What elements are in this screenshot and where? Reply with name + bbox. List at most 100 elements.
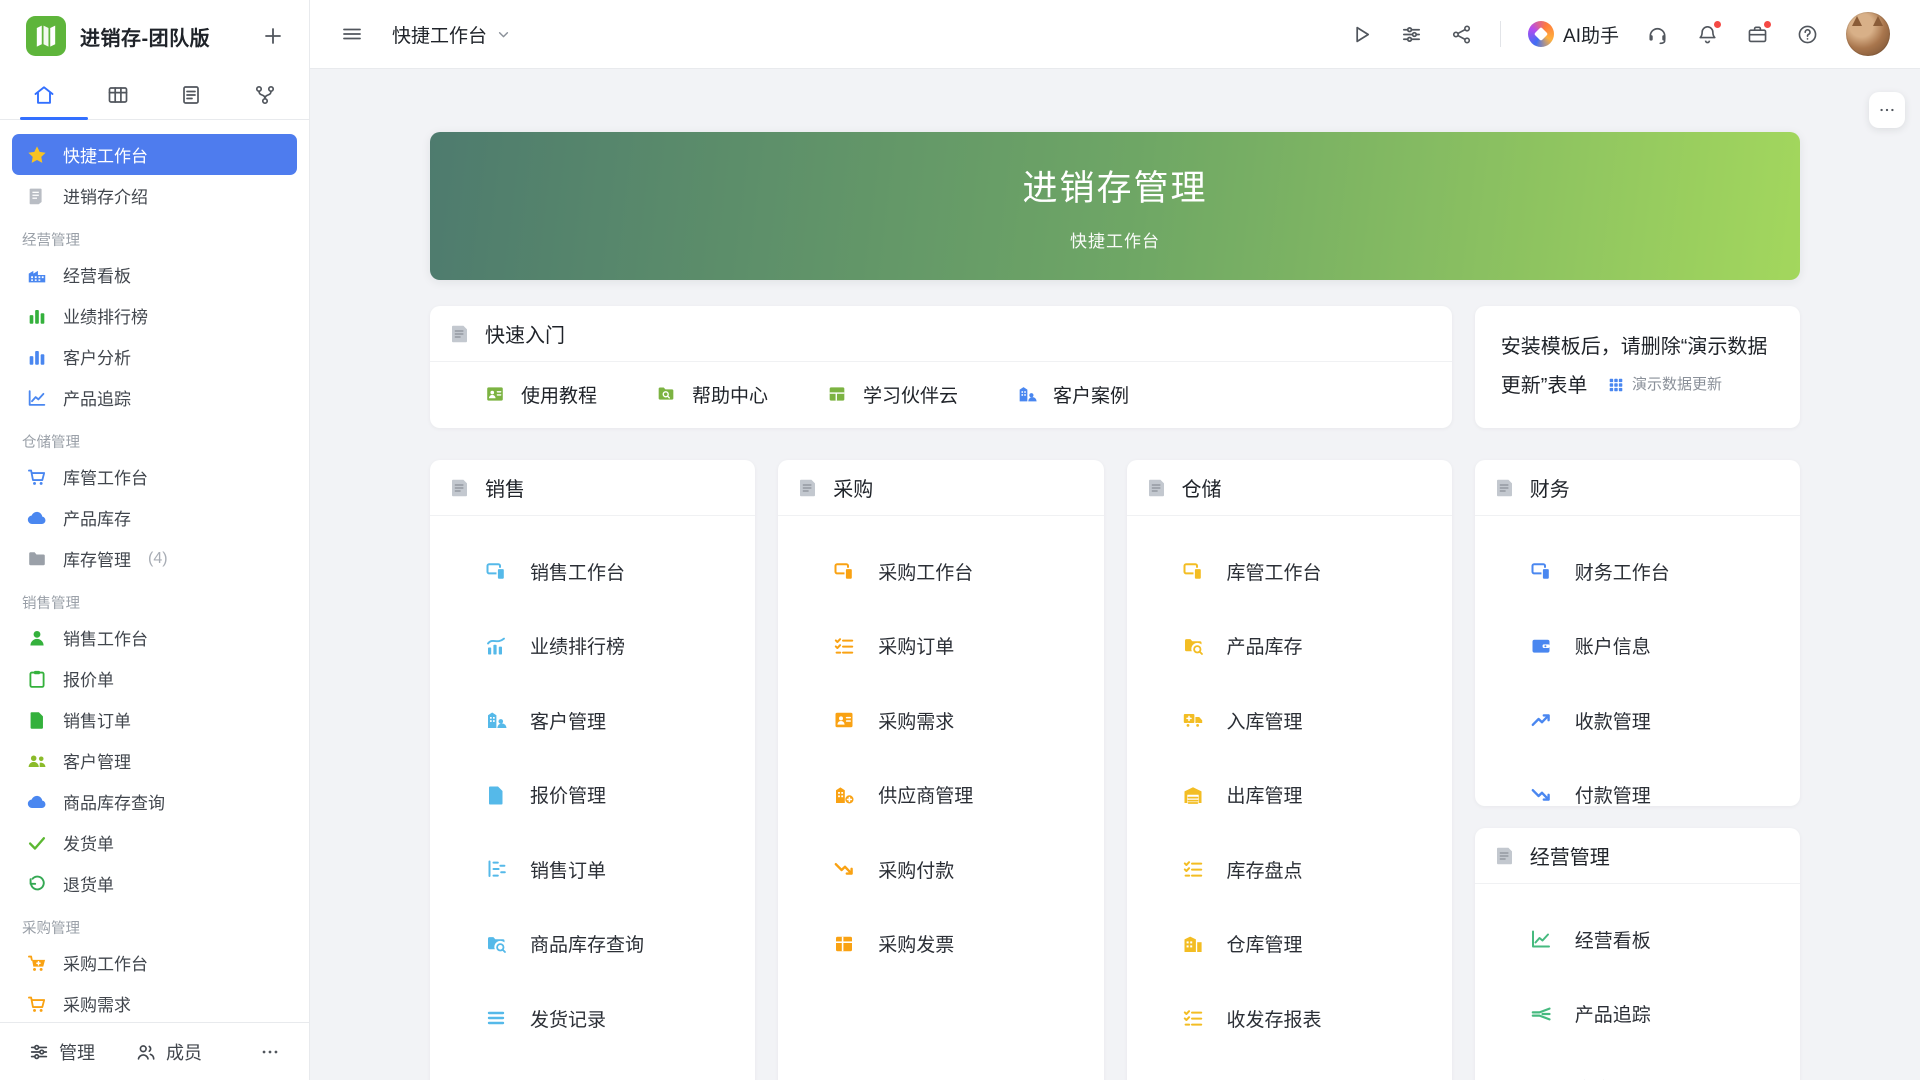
quick-start-link[interactable]: 帮助中心 [655,381,768,408]
card-item[interactable]: 商品库存查询 [430,907,755,982]
card-header: 财务 [1475,460,1800,516]
sidebar-section-label: 销售管理 [12,579,297,617]
tab-docs-icon[interactable] [179,83,203,119]
card-item[interactable]: 报价管理 [430,758,755,833]
notification-badge [1713,20,1722,29]
add-workspace-button[interactable] [261,24,285,48]
card-item[interactable]: 入库管理 [1127,683,1452,758]
card-item[interactable]: 收款管理 [1475,683,1800,758]
card-item-label: 报价管理 [530,781,606,808]
sidebar-section-label: 采购管理 [12,904,297,942]
sidebar-item[interactable]: 采购工作台 [12,942,297,983]
card-item-label: 销售订单 [530,856,606,883]
present-play-button[interactable] [1350,23,1373,46]
sidebar-item[interactable]: 客户管理 [12,740,297,781]
manage-button[interactable]: 管理 [28,1039,95,1065]
card-item-label: 经营看板 [1575,926,1651,953]
card-item-label: 供应商管理 [878,781,973,808]
sidebar-item[interactable]: 退货单 [12,863,297,904]
card-item[interactable]: 采购发票 [778,907,1103,982]
card-item[interactable]: 客户分析 [1475,1051,1800,1080]
line-chart-icon [1529,927,1553,951]
cloud-icon [26,791,48,813]
sidebar-item[interactable]: 产品追踪 [12,377,297,418]
ai-assistant-icon [1528,21,1554,47]
sidebar-item[interactable]: 业绩排行榜 [12,295,297,336]
building-person-icon [484,708,508,732]
ai-assistant-button[interactable]: AI助手 [1528,21,1619,48]
card-item[interactable]: 收发存报表 [1127,981,1452,1056]
sidebar-item[interactable]: 进销存介绍 [12,175,297,216]
folder-icon [26,548,48,570]
sidebar-item[interactable]: 库存管理(4) [12,538,297,579]
page-title-dropdown[interactable]: 快捷工作台 [392,21,512,48]
card-item[interactable]: 销售工作台 [430,534,755,609]
sidebar-section-label: 仓储管理 [12,418,297,456]
card-item[interactable]: 采购付款 [778,832,1103,907]
card-item[interactable]: 产品库存 [1127,609,1452,684]
card-item[interactable]: 出库管理 [1127,758,1452,833]
card-item-list: 库管工作台产品库存入库管理出库管理库存盘点仓库管理收发存报表 [1127,516,1452,1056]
members-button[interactable]: 成员 [135,1039,202,1065]
sidebar-item[interactable]: 销售工作台 [12,617,297,658]
line-chart-icon [26,387,48,409]
card-item[interactable]: 财务工作台 [1475,534,1800,609]
card-item[interactable]: 采购需求 [778,683,1103,758]
file-icon [484,783,508,807]
sidebar-item[interactable]: 采购需求 [12,983,297,1024]
card-item-label: 收款管理 [1575,707,1651,734]
support-headset-button[interactable] [1646,23,1669,46]
sidebar-item[interactable]: 产品库存 [12,497,297,538]
sidebar-item-label: 商品库存查询 [63,789,165,814]
help-button[interactable] [1796,23,1819,46]
card-item[interactable]: 销售订单 [430,832,755,907]
dashboard-grid: 快速入门 使用教程帮助中心学习伙伴云客户案例 安装模板后，请删除“演示数据更新”… [430,306,1800,1080]
sidebar-item[interactable]: 经营看板 [12,254,297,295]
card-item[interactable]: 经营看板 [1475,902,1800,977]
quick-start-link[interactable]: 学习伙伴云 [826,381,958,408]
page-more-button[interactable] [1869,92,1905,128]
card-item[interactable]: 采购工作台 [778,534,1103,609]
card-item[interactable]: 采购订单 [778,609,1103,684]
quick-start-link-label: 客户案例 [1053,381,1129,408]
hamburger-menu-icon[interactable] [340,22,364,46]
workbench-icon [1181,559,1205,583]
sidebar-item-label: 产品库存 [63,505,131,530]
card-item-label: 财务工作台 [1575,558,1670,585]
card-item[interactable]: 业绩排行榜 [430,609,755,684]
card-title: 采购 [833,473,873,502]
share-button[interactable] [1450,23,1473,46]
card-item[interactable]: 库存盘点 [1127,832,1452,907]
sidebar-item[interactable]: 销售订单 [12,699,297,740]
tab-home-icon[interactable] [32,83,56,119]
demo-data-link[interactable]: 演示数据更新 [1607,366,1722,404]
user-avatar[interactable] [1846,12,1890,56]
card-item[interactable]: 仓库管理 [1127,907,1452,982]
card-item-label: 仓库管理 [1227,930,1303,957]
sidebar-item[interactable]: 客户分析 [12,336,297,377]
card-item[interactable]: 销售收款 [430,1056,755,1080]
card-item[interactable]: 库管工作台 [1127,534,1452,609]
card-item[interactable]: 发货记录 [430,981,755,1056]
card-item[interactable]: 账户信息 [1475,609,1800,684]
sidebar-item[interactable]: 快捷工作台 [12,134,297,175]
manage-label: 管理 [59,1039,95,1065]
sidebar-item[interactable]: 商品库存查询 [12,781,297,822]
card-header: 销售 [430,460,755,516]
card-header: 经营管理 [1475,828,1800,884]
tab-automation-icon[interactable] [253,83,277,119]
card-item[interactable]: 付款管理 [1475,758,1800,807]
notifications-bell-button[interactable] [1696,23,1719,46]
sidebar-item[interactable]: 库管工作台 [12,456,297,497]
tab-tables-icon[interactable] [106,83,130,119]
sidebar-more-button[interactable] [259,1041,281,1063]
view-settings-button[interactable] [1400,23,1423,46]
sidebar-item[interactable]: 发货单 [12,822,297,863]
quick-start-link[interactable]: 客户案例 [1016,381,1129,408]
card-item[interactable]: 客户管理 [430,683,755,758]
quick-start-link[interactable]: 使用教程 [484,381,597,408]
card-item[interactable]: 产品追踪 [1475,977,1800,1052]
card-item[interactable]: 供应商管理 [778,758,1103,833]
workbench-briefcase-button[interactable] [1746,23,1769,46]
sidebar-item[interactable]: 报价单 [12,658,297,699]
